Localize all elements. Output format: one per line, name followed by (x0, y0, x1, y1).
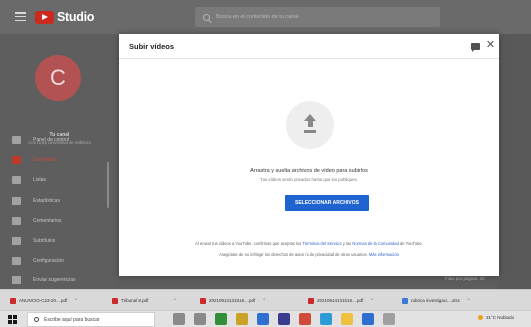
sidebar-item-send-feedback[interactable]: Enviar sugerencias (0, 271, 108, 288)
sidebar-item-label: Estadísticas (33, 197, 60, 204)
sidebar-item-content[interactable]: Contenido (0, 151, 108, 168)
weather-text: 31°C Nublado (486, 315, 515, 320)
downloads-bar: ANUNCIO-C23-20....pdf ⌃ Tribunal 8.pdf ⌃… (0, 289, 531, 310)
download-item[interactable]: ANUNCIO-C23-20....pdf ⌃ (10, 290, 78, 311)
taskbar-app-icon[interactable] (383, 313, 395, 325)
studio-topbar: Studio Busca en el contenido de tu canal (0, 0, 531, 34)
dashboard-icon (12, 135, 21, 144)
youtube-play-icon (35, 10, 54, 24)
taskbar-app-icon[interactable] (194, 313, 206, 325)
download-filename: 20210914131518....pdf (317, 298, 364, 303)
studio-logo[interactable]: Studio (35, 10, 94, 24)
pdf-file-icon (308, 297, 314, 304)
chevron-up-icon[interactable]: ⌃ (370, 298, 374, 304)
taskbar-app-icon[interactable] (362, 313, 374, 325)
sidebar-item-playlists[interactable]: Listas (0, 171, 108, 188)
windows-start-icon[interactable] (8, 315, 17, 324)
sidebar-item-dashboard[interactable]: Panel de control (0, 131, 108, 148)
sidebar-item-label: Configuración (33, 257, 64, 264)
sidebar-item-analytics[interactable]: Estadísticas (0, 192, 108, 209)
learn-more-link[interactable]: Más información (369, 252, 399, 257)
sidebar-scrollbar[interactable] (107, 162, 109, 208)
select-files-button[interactable]: SELECCIONAR ARCHIVOS (285, 195, 369, 211)
chevron-up-icon[interactable]: ⌃ (262, 298, 266, 304)
sidebar-item-comments[interactable]: Comentarios (0, 212, 108, 229)
subtitles-icon (12, 236, 21, 245)
sidebar-item-label: Comentarios (33, 217, 62, 224)
sidebar-item-settings[interactable]: Configuración (0, 252, 108, 269)
taskbar-app-icon[interactable] (173, 313, 185, 325)
taskbar-app-icon[interactable] (299, 313, 311, 325)
weather-icon (478, 315, 483, 320)
channel-avatar[interactable]: C (35, 55, 81, 101)
sidebar-item-label: Contenido (33, 156, 56, 163)
upload-videos-dialog: Subir vídeos ✕ Arrastra y suelta archivo… (119, 34, 499, 276)
taskbar-app-icon[interactable] (215, 313, 227, 325)
sidebar-item-label: Subtítulos (33, 237, 56, 244)
content-icon (12, 155, 21, 164)
privacy-note: Tus vídeos serán privados hasta que los … (260, 177, 358, 182)
search-icon (203, 13, 210, 21)
download-item[interactable]: Tribunal 8.pdf ⌃ (112, 290, 177, 311)
taskbar-search-placeholder: Escribe aquí para buscar (44, 316, 100, 323)
download-item[interactable]: 20210914131518....pdf ⌃ (308, 290, 374, 311)
windows-taskbar: Escribe aquí para buscar 31°C Nublado (0, 310, 531, 327)
dialog-title: Subir vídeos (129, 42, 175, 51)
sidebar-item-label: Panel de control (33, 136, 70, 143)
comments-icon (12, 216, 21, 225)
community-guidelines-link[interactable]: Normas de la Comunidad (352, 241, 398, 246)
sidebar-item-label: Enviar sugerencias (33, 276, 76, 283)
taskbar-app-icon[interactable] (257, 313, 269, 325)
studio-sidebar: C Tu canal Con Dosp Universitat de Valèn… (0, 34, 119, 289)
legal-line-1: Al enviar tus vídeos a YouTube, confirma… (119, 241, 499, 246)
pdf-file-icon (200, 297, 206, 304)
channel-search-input[interactable]: Busca en el contenido de tu canal (195, 7, 440, 27)
download-item[interactable]: 20210914131518....pdf ⌃ (200, 290, 266, 311)
content-background (499, 34, 531, 289)
feedback-icon[interactable] (471, 43, 480, 52)
weather-widget[interactable]: 31°C Nublado (478, 315, 514, 320)
sidebar-item-label: Listas (33, 176, 47, 183)
copyright-note: Asegúrate de no infringir los derechos d… (219, 252, 368, 257)
legal-prefix: Al enviar tus vídeos a YouTube, confirma… (195, 241, 302, 246)
rows-per-page[interactable]: Filas por página: 30 (445, 276, 485, 281)
legal-and: y las (342, 241, 352, 246)
legal-suffix: de YouTube. (399, 241, 423, 246)
taskbar-app-icon[interactable] (236, 313, 248, 325)
taskbar-app-icon[interactable] (341, 313, 353, 325)
legal-line-2: Asegúrate de no infringir los derechos d… (119, 252, 499, 257)
download-item[interactable]: rubrica investigaci....xlsx ⌃ (402, 290, 471, 311)
chevron-up-icon[interactable]: ⌃ (467, 298, 471, 304)
upload-drop-target[interactable] (286, 101, 334, 149)
search-placeholder: Busca en el contenido de tu canal (216, 14, 299, 20)
taskbar-app-icon[interactable] (320, 313, 332, 325)
search-icon (34, 317, 39, 322)
chevron-up-icon[interactable]: ⌃ (74, 298, 78, 304)
analytics-icon (12, 196, 21, 205)
close-icon[interactable]: ✕ (485, 40, 496, 51)
pdf-file-icon (10, 297, 16, 304)
logo-text: Studio (57, 10, 95, 24)
playlists-icon (12, 175, 21, 184)
feedback-icon (12, 275, 21, 284)
dialog-header: Subir vídeos ✕ (119, 34, 499, 59)
download-filename: Tribunal 8.pdf (121, 298, 149, 303)
pinned-apps (173, 313, 395, 325)
taskbar-app-icon[interactable] (278, 313, 290, 325)
spreadsheet-file-icon (402, 297, 408, 304)
settings-icon (12, 256, 21, 265)
upload-arrow-icon (302, 114, 318, 135)
download-filename: ANUNCIO-C23-20....pdf (19, 298, 68, 303)
drop-instructions: Arrastra y suelta archivos de vídeo para… (250, 168, 368, 174)
taskbar-search-input[interactable]: Escribe aquí para buscar (27, 312, 155, 327)
download-filename: 20210914131518....pdf (209, 298, 256, 303)
download-filename: rubrica investigaci....xlsx (411, 298, 460, 303)
chevron-up-icon[interactable]: ⌃ (173, 298, 177, 304)
sidebar-item-subtitles[interactable]: Subtítulos (0, 232, 108, 249)
menu-icon[interactable] (15, 12, 26, 21)
pdf-file-icon (112, 297, 118, 304)
terms-of-service-link[interactable]: Términos del Servicio (302, 241, 341, 246)
